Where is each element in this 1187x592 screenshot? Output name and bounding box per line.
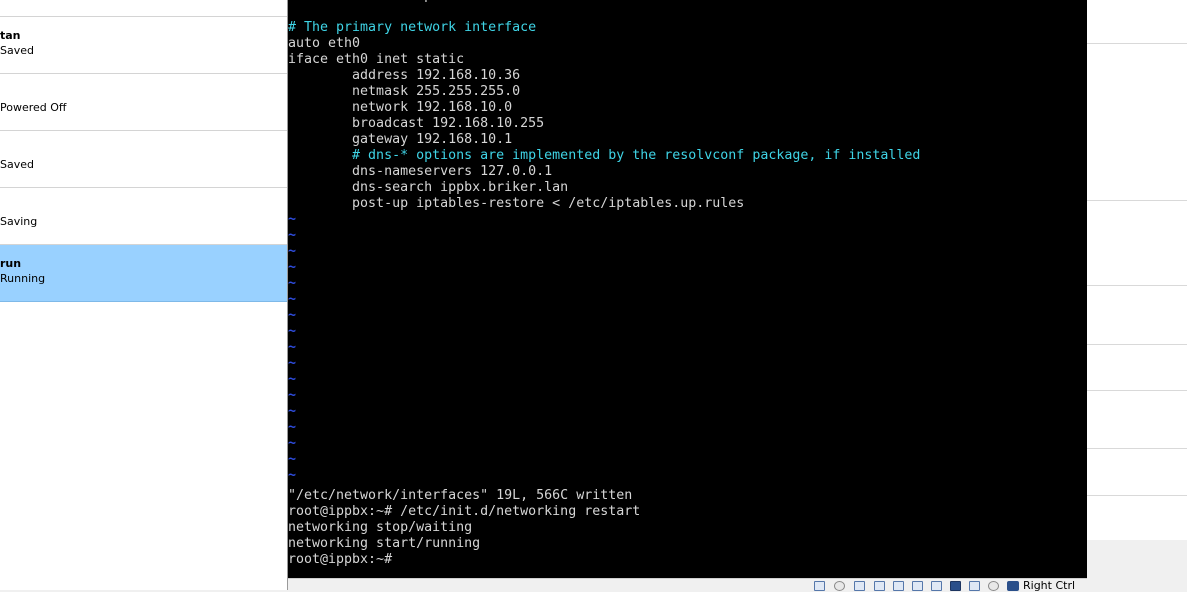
vim-tilde-line: ~ bbox=[288, 308, 297, 323]
vim-tilde-line: ~ bbox=[288, 276, 297, 291]
vm-status-bar: Right Ctrl bbox=[288, 578, 1087, 592]
vm-state: Running bbox=[0, 272, 46, 285]
terminal-line: address 192.168.10.36 bbox=[288, 68, 521, 83]
vim-tilde-line: ~ bbox=[288, 388, 297, 403]
terminal-output-line: networking stop/waiting bbox=[288, 520, 473, 535]
vm-state: Saved bbox=[0, 44, 34, 57]
details-divider bbox=[1087, 43, 1187, 44]
vim-tilde-line: ~ bbox=[288, 292, 297, 307]
terminal-line: auto eth0 bbox=[288, 36, 361, 51]
vim-tilde-line: ~ bbox=[288, 244, 297, 259]
vim-tilde-line: ~ bbox=[288, 372, 297, 387]
vm-list-item[interactable]: Saving bbox=[0, 188, 287, 245]
host-key-label: Right Ctrl bbox=[1023, 579, 1076, 592]
vm-list: tan Saved Powered Off Saved Saving run R… bbox=[0, 0, 287, 590]
vm-state: Saved bbox=[0, 158, 34, 171]
terminal-line: gateway 192.168.10.1 bbox=[288, 132, 513, 147]
vim-tilde-line: ~ bbox=[288, 436, 297, 451]
terminal-screen[interactable]: iface lo inet loopback # The primary netw… bbox=[288, 0, 1087, 578]
vm-list-item[interactable] bbox=[0, 0, 287, 17]
terminal-line: netmask 255.255.255.0 bbox=[288, 84, 521, 99]
details-divider bbox=[1087, 495, 1187, 496]
details-divider bbox=[1087, 344, 1187, 345]
details-divider bbox=[1087, 448, 1187, 449]
vim-tilde-line: ~ bbox=[288, 212, 297, 227]
vim-tilde-line: ~ bbox=[288, 452, 297, 467]
terminal-line: network 192.168.10.0 bbox=[288, 100, 513, 115]
terminal-output-line: root@ippbx:~# bbox=[288, 552, 393, 567]
terminal-line: broadcast 192.168.10.255 bbox=[288, 116, 545, 131]
details-footer bbox=[1087, 540, 1187, 590]
vim-tilde-line: ~ bbox=[288, 228, 297, 243]
details-divider bbox=[1087, 390, 1187, 391]
vim-tilde-line: ~ bbox=[288, 324, 297, 339]
vm-list-item[interactable]: Powered Off bbox=[0, 74, 287, 131]
terminal-output-line: root@ippbx:~# /etc/init.d/networking res… bbox=[288, 504, 641, 519]
terminal-line: iface lo inet loopback bbox=[288, 0, 464, 4]
terminal-line: # dns-* options are implemented by the r… bbox=[288, 148, 921, 163]
vim-tilde-line: ~ bbox=[288, 468, 297, 483]
terminal-output-line: networking start/running bbox=[288, 536, 481, 551]
vim-tilde-line: ~ bbox=[288, 340, 297, 355]
terminal-line: iface eth0 inet static bbox=[288, 52, 465, 67]
vim-tilde-line: ~ bbox=[288, 404, 297, 419]
vm-list-item-selected[interactable]: run Running bbox=[0, 245, 287, 302]
vim-tilde-line: ~ bbox=[288, 260, 297, 275]
vm-list-item[interactable]: tan Saved bbox=[0, 17, 287, 74]
vm-console-window: iface lo inet loopback # The primary netw… bbox=[287, 0, 1087, 592]
details-divider bbox=[1087, 285, 1187, 286]
terminal-line: dns-search ippbx.briker.lan bbox=[288, 180, 569, 195]
vm-name: run bbox=[0, 257, 22, 270]
vm-state: Powered Off bbox=[0, 101, 67, 114]
details-divider bbox=[1087, 200, 1187, 201]
vm-name: tan bbox=[0, 29, 21, 42]
terminal-output-line: "/etc/network/interfaces" 19L, 566C writ… bbox=[288, 488, 633, 503]
terminal-line: # The primary network interface bbox=[288, 20, 537, 35]
vim-tilde-line: ~ bbox=[288, 356, 297, 371]
vm-state: Saving bbox=[0, 215, 38, 228]
details-panel bbox=[1087, 0, 1187, 590]
vm-list-item[interactable]: Saved bbox=[0, 131, 287, 188]
terminal-line: dns-nameservers 127.0.0.1 bbox=[288, 164, 553, 179]
terminal-line: post-up iptables-restore < /etc/iptables… bbox=[288, 196, 745, 211]
vim-tilde-line: ~ bbox=[288, 420, 297, 435]
